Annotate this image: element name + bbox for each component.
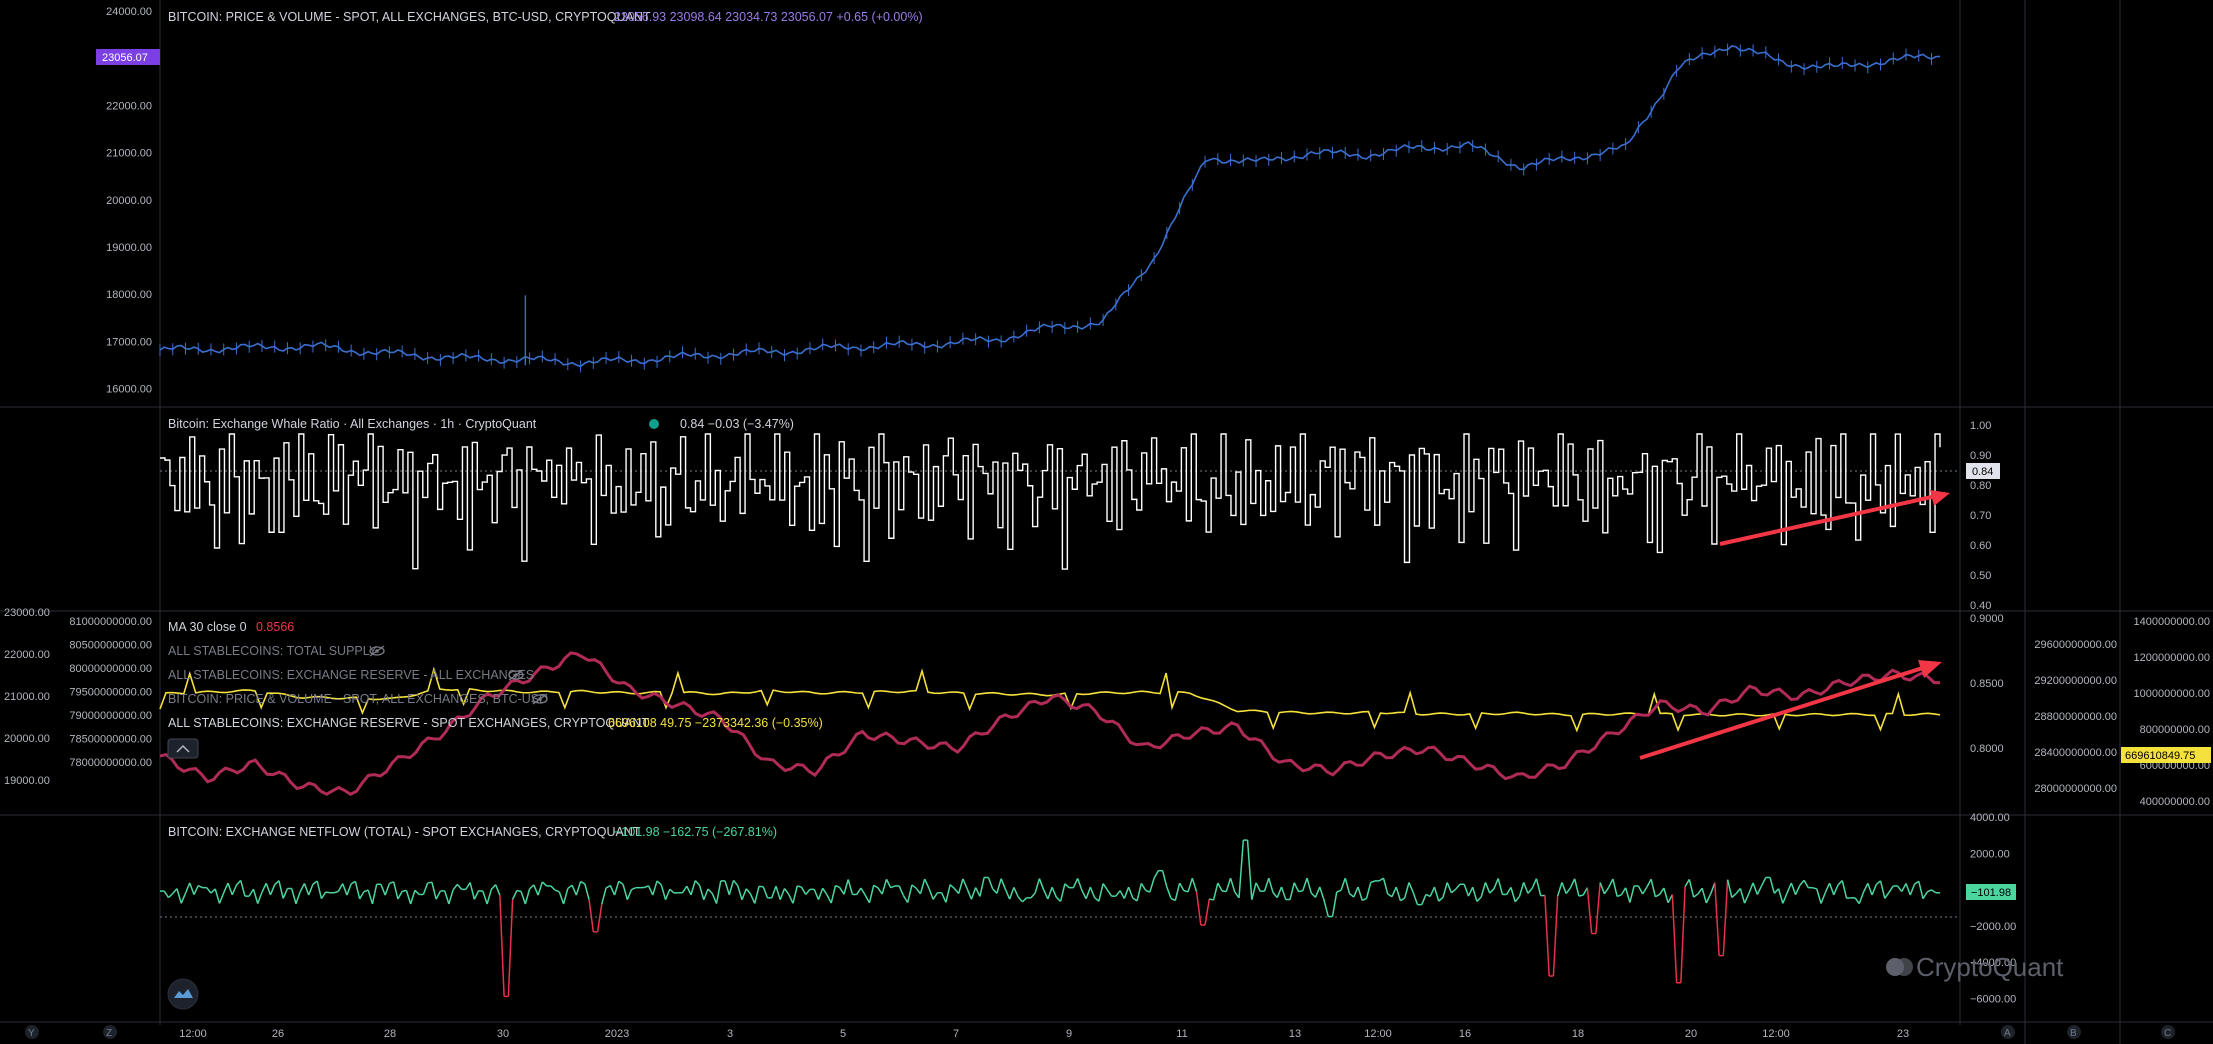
x-tick-13: 18 <box>1572 1028 1584 1040</box>
stable-tick-supply-2: 28800000000.00 <box>2034 711 2117 723</box>
price-tick-0: 24000.00 <box>106 6 152 18</box>
stable-tick-ma-1: 0.8500 <box>1970 678 2004 690</box>
x-tick-8: 9 <box>1066 1028 1072 1040</box>
stable-tick-left-1: 80500000000.00 <box>69 640 152 652</box>
status-dot-icon <box>649 419 659 429</box>
collapse-legend-button[interactable] <box>167 738 199 759</box>
x-tick-10: 13 <box>1289 1028 1301 1040</box>
whale-tick-4: 0.60 <box>1970 540 1991 552</box>
price-badge: 23056.07 <box>102 52 148 64</box>
price-tick-3: 21000.00 <box>106 148 152 160</box>
netflow-tick-0: 4000.00 <box>1970 812 2010 824</box>
price-tick-2: 22000.00 <box>106 100 152 112</box>
price-tick-5: 19000.00 <box>106 242 152 254</box>
x-tick-15: 12:00 <box>1762 1028 1790 1040</box>
x-tick-6: 5 <box>840 1028 846 1040</box>
stable-tick-left-6: 78000000000.00 <box>69 757 152 769</box>
whale-tick-0: 1.00 <box>1970 420 1991 432</box>
netflow-tick-1: 2000.00 <box>1970 848 2010 860</box>
whale-tick-5: 0.50 <box>1970 570 1991 582</box>
corner-label-y[interactable]: Y <box>28 1028 35 1039</box>
x-tick-11: 12:00 <box>1364 1028 1392 1040</box>
x-tick-1: 26 <box>272 1028 284 1040</box>
cryptoquant-logo-icon[interactable] <box>167 978 199 1010</box>
whale-badge: 0.84 <box>1972 466 1993 478</box>
netflow-segment <box>516 889 522 893</box>
price-tick-6: 18000.00 <box>106 289 152 301</box>
corner-label-c[interactable]: C <box>2164 1028 2171 1039</box>
x-tick-0: 12:00 <box>179 1028 207 1040</box>
reserve-badge: 669610849.75 <box>2125 750 2195 762</box>
stable-tick-left-5: 78500000000.00 <box>69 734 152 746</box>
stable-tick-far-left-1: 22000.00 <box>4 649 50 661</box>
netflow-tick-5: −6000.00 <box>1970 994 2016 1006</box>
hidden-legend-btc-price[interactable]: BITCOIN: PRICE & VOLUME - SPOT, ALL EXCH… <box>168 692 548 706</box>
netflow-segment <box>1578 894 1584 897</box>
whale-legend-values: 0.84 −0.03 (−3.47%) <box>680 417 794 431</box>
netflow-badge: −101.98 <box>1971 887 2011 899</box>
price-tick-8: 16000.00 <box>106 384 152 396</box>
corner-label-z[interactable]: Z <box>106 1028 112 1039</box>
whale-tick-3: 0.70 <box>1970 510 1991 522</box>
reserve-legend-values: 6696108 49.75 −2373342.36 (−0.35%) <box>608 716 823 730</box>
x-tick-14: 20 <box>1685 1028 1697 1040</box>
reserve-legend-title[interactable]: ALL STABLECOINS: EXCHANGE RESERVE - SPOT… <box>168 716 650 730</box>
corner-label-a[interactable]: A <box>2004 1028 2011 1039</box>
stable-tick-reserve-0: 1400000000.00 <box>2134 616 2210 628</box>
x-tick-2: 28 <box>384 1028 396 1040</box>
stable-tick-far-left-3: 20000.00 <box>4 733 50 745</box>
ma-legend-title[interactable]: MA 30 close 0 <box>168 620 247 634</box>
netflow-segment <box>1298 890 1303 893</box>
netflow-segment <box>401 889 407 893</box>
netflow-legend-title[interactable]: BITCOIN: EXCHANGE NETFLOW (TOTAL) - SPOT… <box>168 825 641 839</box>
whale-tick-1: 0.90 <box>1970 450 1991 462</box>
watermark: CryptoQuant <box>1916 952 2064 982</box>
stable-tick-left-3: 79500000000.00 <box>69 687 152 699</box>
whale-tick-6: 0.40 <box>1970 600 1991 612</box>
price-legend-title[interactable]: BITCOIN: PRICE & VOLUME - SPOT, ALL EXCH… <box>168 10 651 24</box>
stable-tick-left-4: 79000000000.00 <box>69 710 152 722</box>
stable-tick-far-left-4: 19000.00 <box>4 775 50 787</box>
stable-tick-left-0: 81000000000.00 <box>69 616 152 628</box>
stable-tick-left-2: 80000000000.00 <box>69 663 152 675</box>
x-tick-4: 2023 <box>605 1028 629 1040</box>
hidden-legend-reserve-all[interactable]: ALL STABLECOINS: EXCHANGE RESERVE - ALL … <box>168 668 534 682</box>
x-tick-5: 3 <box>727 1028 733 1040</box>
stable-tick-reserve-1: 1200000000.00 <box>2134 652 2210 664</box>
stable-tick-supply-1: 29200000000.00 <box>2034 675 2117 687</box>
x-tick-9: 11 <box>1176 1028 1187 1040</box>
stable-tick-supply-3: 28400000000.00 <box>2034 747 2117 759</box>
netflow-legend-values: −101.98 −162.75 (−267.81%) <box>614 825 777 839</box>
netflow-tick-3: −2000.00 <box>1970 921 2016 933</box>
corner-label-b[interactable]: B <box>2070 1028 2077 1039</box>
stable-tick-ma-0: 0.9000 <box>1970 613 2004 625</box>
stable-tick-reserve-5: 400000000.00 <box>2140 796 2210 808</box>
stable-tick-supply-0: 29600000000.00 <box>2034 639 2117 651</box>
netflow-segment <box>325 891 331 894</box>
whale-legend-title[interactable]: Bitcoin: Exchange Whale Ratio · All Exch… <box>168 417 537 431</box>
x-tick-7: 7 <box>953 1028 959 1040</box>
x-tick-3: 30 <box>497 1028 509 1040</box>
ma-legend-value: 0.8566 <box>256 620 294 634</box>
watermark-logo-icon <box>1886 958 1913 976</box>
stable-tick-far-left-0: 23000.00 <box>4 607 50 619</box>
stable-tick-far-left-2: 21000.00 <box>4 691 50 703</box>
chart-canvas: 24000.00 23000.00 22000.00 21000.00 20000.00… <box>0 0 2213 1044</box>
whale-tick-2: 0.80 <box>1970 480 1991 492</box>
stable-tick-reserve-2: 1000000000.00 <box>2134 688 2210 700</box>
stable-tick-reserve-3: 800000000.00 <box>2140 724 2210 736</box>
x-tick-16: 23 <box>1897 1028 1909 1040</box>
price-tick-7: 17000.00 <box>106 336 152 348</box>
stable-tick-ma-2: 0.8000 <box>1970 743 2004 755</box>
price-legend-values: 23056.93 23098.64 23034.73 23056.07 +0.6… <box>614 10 923 24</box>
price-tick-4: 20000.00 <box>106 195 152 207</box>
hidden-legend-total-supply[interactable]: ALL STABLECOINS: TOTAL SUPPLY <box>168 644 378 658</box>
x-tick-12: 16 <box>1459 1028 1471 1040</box>
stable-tick-supply-4: 28000000000.00 <box>2034 783 2117 795</box>
